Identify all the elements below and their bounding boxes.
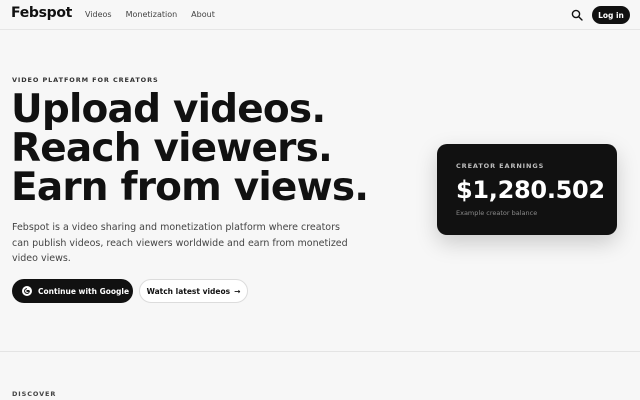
discover-label: DISCOVER bbox=[12, 390, 57, 398]
headline-line-3: Earn from views. bbox=[11, 165, 369, 210]
headline-line-1: Upload videos. bbox=[11, 87, 326, 132]
hero-description: Febspot is a video sharing and monetizat… bbox=[12, 222, 348, 264]
google-icon bbox=[22, 286, 32, 296]
top-nav: Febspot Videos Monetization About Log in bbox=[0, 0, 640, 30]
nav-about[interactable]: About bbox=[191, 10, 215, 19]
search-icon[interactable] bbox=[571, 9, 583, 21]
section-divider bbox=[0, 351, 640, 352]
google-button-label: Continue with Google bbox=[38, 286, 130, 296]
login-button[interactable]: Log in bbox=[592, 6, 630, 24]
creator-earnings-card: CREATOR EARNINGS $1,280.502 Example crea… bbox=[437, 144, 617, 235]
headline-line-2: Reach viewers. bbox=[11, 126, 333, 171]
nav-links: Videos Monetization About bbox=[85, 10, 215, 19]
logo[interactable]: Febspot bbox=[11, 5, 72, 21]
nav-monetization[interactable]: Monetization bbox=[126, 10, 178, 19]
nav-videos[interactable]: Videos bbox=[85, 10, 112, 19]
earnings-amount: $1,280.502 bbox=[456, 176, 605, 204]
continue-with-google-button[interactable]: Continue with Google bbox=[12, 279, 133, 303]
earnings-label: CREATOR EARNINGS bbox=[456, 162, 545, 170]
hero-headline: Upload videos. Reach viewers. Earn from … bbox=[11, 90, 411, 207]
hero-eyebrow: VIDEO PLATFORM FOR CREATORS bbox=[12, 76, 159, 84]
arrow-right-icon: → bbox=[234, 286, 241, 296]
earnings-sublabel: Example creator balance bbox=[456, 209, 538, 217]
watch-button-label: Watch latest videos bbox=[146, 286, 231, 296]
watch-latest-videos-button[interactable]: Watch latest videos → bbox=[139, 279, 248, 303]
